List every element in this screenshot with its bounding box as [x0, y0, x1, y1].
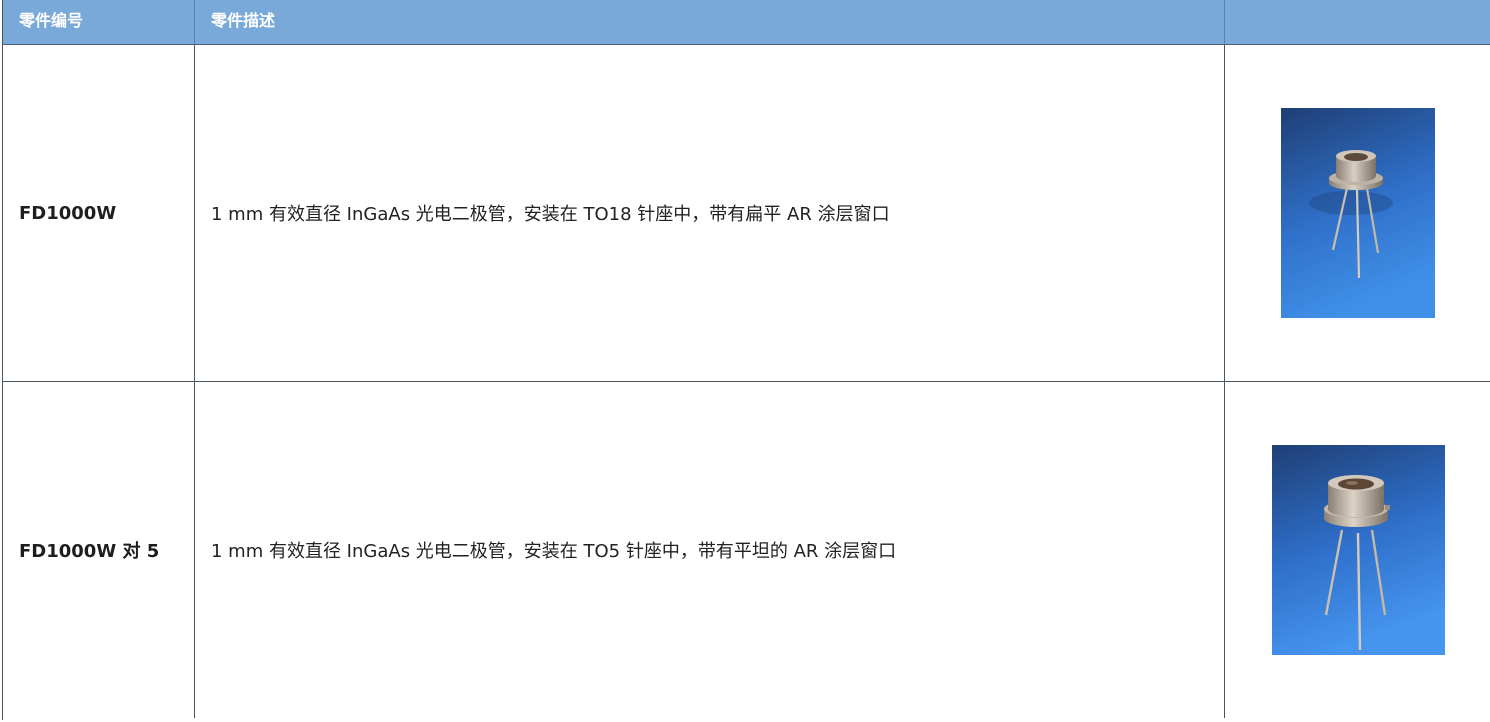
header-image [1224, 0, 1490, 44]
description-cell: 1 mm 有效直径 InGaAs 光电二极管，安装在 TO5 针座中，带有平坦的… [194, 382, 1224, 718]
product-table: 零件编号 零件描述 FD1000W 1 mm 有效直径 InGaAs 光电二极管… [2, 0, 1490, 720]
image-cell [1224, 382, 1490, 718]
header-part-number: 零件编号 [19, 11, 84, 30]
header-description: 零件描述 [194, 0, 1224, 44]
part-number-cell: FD1000W [19, 202, 117, 224]
photodiode-to18-photo[interactable] [1281, 108, 1435, 318]
part-number-cell: FD1000W 对 5 [19, 541, 160, 562]
image-cell [1224, 45, 1490, 381]
photodiode-to5-photo[interactable] [1271, 445, 1445, 655]
table-header: 零件编号 零件描述 [3, 0, 1490, 45]
table-row: FD1000W 对 5 1 mm 有效直径 InGaAs 光电二极管，安装在 T… [3, 382, 1490, 722]
table-row: FD1000W 1 mm 有效直径 InGaAs 光电二极管，安装在 TO18 … [3, 45, 1490, 382]
description-cell: 1 mm 有效直径 InGaAs 光电二极管，安装在 TO18 针座中，带有扁平… [194, 45, 1224, 381]
